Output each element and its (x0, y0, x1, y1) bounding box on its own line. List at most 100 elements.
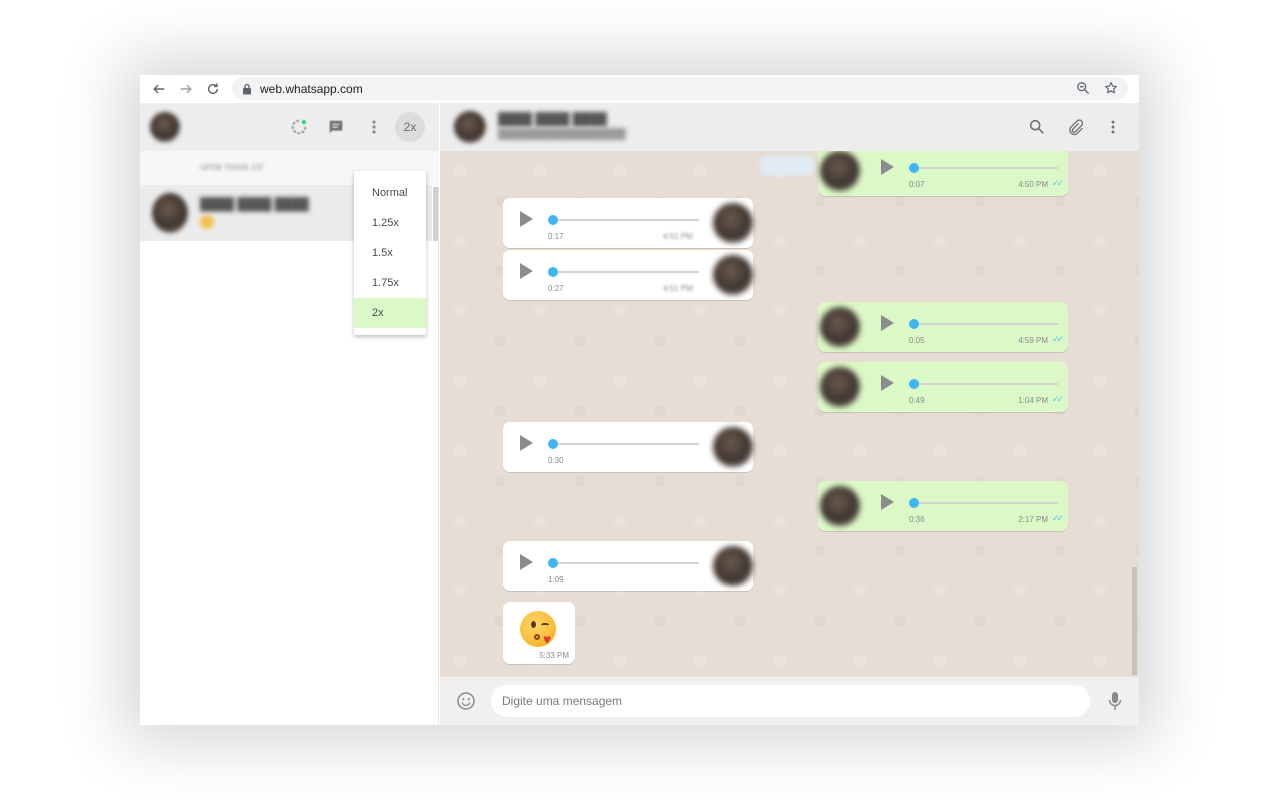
audio-duration: 0:36 (909, 515, 925, 524)
sender-avatar (713, 546, 753, 586)
voice-message-in[interactable]: 1:09 (503, 541, 753, 591)
speed-option-1-5x[interactable]: 1.5x (354, 238, 426, 268)
browser-toolbar: web.whatsapp.com (140, 75, 1139, 103)
message-time: 4:59 PM (1018, 336, 1048, 345)
chat-icon (329, 120, 343, 134)
voice-message-in[interactable]: 0:17 4:51 PM (503, 198, 753, 248)
audio-seek-knob[interactable] (548, 215, 558, 225)
play-icon[interactable] (881, 315, 894, 331)
message-input[interactable] (491, 685, 1090, 717)
conversation-panel: ████ ████ ████ ██████████████████ 0:07 4… (440, 103, 1139, 725)
browser-window: web.whatsapp.com 2x uma nova co ████ ███… (140, 75, 1139, 725)
play-icon[interactable] (881, 159, 894, 175)
audio-progress-track[interactable] (549, 271, 699, 273)
sender-avatar (820, 367, 860, 407)
message-time: 4:50 PM (1018, 180, 1048, 189)
play-icon[interactable] (520, 263, 533, 279)
date-bubble (760, 156, 814, 176)
audio-duration: 0:49 (909, 396, 925, 405)
address-bar[interactable]: web.whatsapp.com (232, 77, 1128, 100)
audio-progress-track[interactable] (913, 502, 1058, 504)
audio-duration: 0:07 (909, 180, 925, 189)
contact-name: ████ ████ ████ (498, 112, 607, 126)
sender-avatar (713, 203, 753, 243)
play-icon[interactable] (881, 494, 894, 510)
play-icon[interactable] (520, 554, 533, 570)
emoji-message[interactable]: ♥ 5:33 PM (503, 602, 575, 664)
speed-option-1-75x[interactable]: 1.75x (354, 268, 426, 298)
menu-button[interactable] (363, 116, 385, 138)
reload-icon (207, 83, 219, 95)
sender-avatar (820, 307, 860, 347)
search-button[interactable] (1027, 117, 1047, 137)
play-icon[interactable] (520, 211, 533, 227)
microphone-icon[interactable] (1106, 690, 1124, 712)
smiley-icon[interactable] (456, 691, 476, 711)
sidebar-scrollbar[interactable] (433, 187, 438, 241)
search-icon (1029, 119, 1044, 134)
speed-option-1-25x[interactable]: 1.25x (354, 208, 426, 238)
back-button[interactable] (146, 75, 172, 103)
screenshot-stage: web.whatsapp.com 2x uma nova co ████ ███… (0, 0, 1280, 800)
kebab-menu-icon (372, 120, 376, 134)
whatsapp-app: 2x uma nova co ████ ████ ████ Normal 1.2… (140, 103, 1139, 725)
sidebar-header: 2x (140, 103, 439, 151)
url-text: web.whatsapp.com (260, 81, 363, 96)
chat-name: ████ ████ ████ (200, 197, 309, 211)
contact-status: ██████████████████ (498, 129, 626, 140)
read-ticks-icon: ✓✓ (1051, 394, 1064, 404)
play-icon[interactable] (520, 435, 533, 451)
audio-progress-track[interactable] (913, 167, 1058, 169)
audio-seek-knob[interactable] (909, 319, 919, 329)
message-composer (440, 677, 1139, 725)
contact-avatar[interactable] (454, 111, 486, 143)
sender-avatar (820, 151, 860, 191)
audio-progress-track[interactable] (913, 323, 1058, 325)
speed-option-normal[interactable]: Normal (354, 178, 426, 208)
sender-avatar (713, 255, 753, 295)
kebab-menu-icon (1111, 120, 1115, 134)
forward-button[interactable] (173, 75, 199, 103)
sender-avatar (820, 486, 860, 526)
playback-speed-menu: Normal 1.25x 1.5x 1.75x 2x (354, 171, 426, 335)
audio-seek-knob[interactable] (909, 163, 919, 173)
voice-message-out[interactable]: 0:05 4:59 PM ✓✓ (818, 302, 1068, 352)
lock-icon (243, 83, 251, 94)
audio-progress-track[interactable] (549, 443, 699, 445)
playback-speed-button[interactable]: 2x (395, 112, 425, 142)
audio-seek-knob[interactable] (909, 498, 919, 508)
audio-progress-track[interactable] (913, 383, 1058, 385)
audio-seek-knob[interactable] (548, 267, 558, 277)
read-ticks-icon: ✓✓ (1051, 334, 1064, 344)
audio-seek-knob[interactable] (548, 558, 558, 568)
audio-seek-knob[interactable] (909, 379, 919, 389)
conversation-menu-button[interactable] (1103, 117, 1123, 137)
conversation-header[interactable]: ████ ████ ████ ██████████████████ (440, 103, 1139, 151)
attach-button[interactable] (1065, 117, 1085, 137)
message-time: 4:51 PM (663, 232, 693, 241)
contact-avatar (152, 193, 188, 233)
status-button[interactable] (288, 116, 310, 138)
voice-message-in[interactable]: 0:27 4:51 PM (503, 250, 753, 300)
speed-option-2x[interactable]: 2x (354, 298, 426, 328)
voice-message-out[interactable]: 0:49 1:04 PM ✓✓ (818, 362, 1068, 412)
audio-duration: 1:09 (548, 575, 564, 584)
message-time: 2:17 PM (1018, 515, 1048, 524)
audio-duration: 0:17 (548, 232, 564, 241)
message-list[interactable]: 0:07 4:50 PM ✓✓ 0:17 4:51 PM 0:27 4:51 PM 0:05 4… (440, 151, 1139, 677)
new-chat-button[interactable] (325, 116, 347, 138)
audio-progress-track[interactable] (549, 219, 699, 221)
user-avatar[interactable] (150, 112, 180, 142)
sidebar: 2x uma nova co ████ ████ ████ Normal 1.2… (140, 103, 439, 725)
read-ticks-icon: ✓✓ (1051, 178, 1064, 188)
reload-button[interactable] (200, 75, 226, 103)
zoom-out-icon[interactable] (1076, 81, 1090, 95)
play-icon[interactable] (881, 375, 894, 391)
voice-message-in[interactable]: 0:30 (503, 422, 753, 472)
audio-seek-knob[interactable] (548, 439, 558, 449)
message-scrollbar[interactable] (1132, 567, 1137, 675)
voice-message-out[interactable]: 0:36 2:17 PM ✓✓ (818, 481, 1068, 531)
voice-message-out[interactable]: 0:07 4:50 PM ✓✓ (818, 151, 1068, 196)
star-bookmark-icon[interactable] (1104, 81, 1118, 95)
audio-progress-track[interactable] (549, 562, 699, 564)
